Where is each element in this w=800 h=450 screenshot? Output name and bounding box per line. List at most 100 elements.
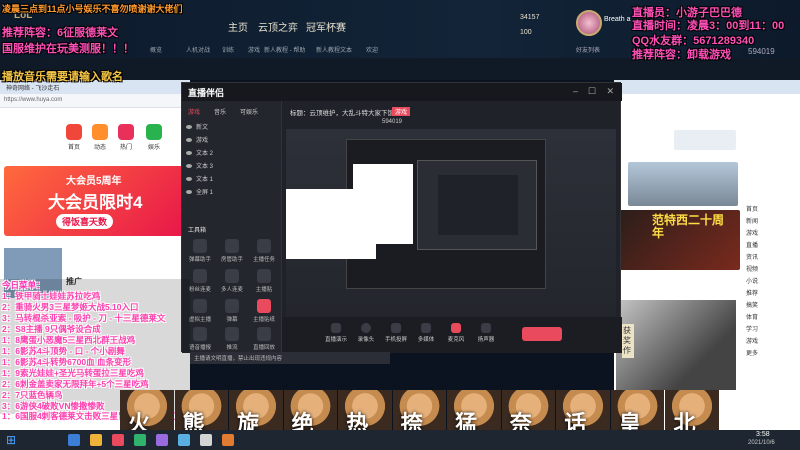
speaker-button[interactable]: 扬声器: [472, 323, 500, 343]
tool-fans[interactable]: 粉丝连麦: [186, 269, 214, 293]
source-row[interactable]: 文本 1: [186, 175, 213, 186]
source-row[interactable]: 新文: [186, 123, 208, 134]
app-icon[interactable]: [134, 434, 146, 446]
tool-voice[interactable]: 语音播报: [186, 327, 214, 351]
shortcut-hot-icon[interactable]: [118, 124, 134, 140]
overlay-top-left: 凌晨三点到11点小号娱乐不喜勿喷谢谢大佬们: [2, 4, 183, 14]
app-icon[interactable]: [222, 434, 234, 446]
promo-banner[interactable]: 大会员5周年 大会员限时4 得饭喜天数: [4, 166, 186, 236]
right-thumb[interactable]: [674, 130, 736, 150]
right-nav-list: 首页 新闻 游戏 直播 资讯 视频 小说 推荐 搞笑 体育 学习 游戏 更多: [746, 204, 758, 360]
subnav-overview[interactable]: 概览: [150, 45, 162, 54]
stream-tag[interactable]: 游戏: [392, 107, 411, 116]
nav-tft[interactable]: 云顶之弈: [258, 19, 298, 34]
dog-image: 话: [556, 390, 610, 436]
right-nav-item[interactable]: 直播: [746, 240, 758, 252]
nav-home[interactable]: 主页: [228, 19, 248, 34]
friends-label[interactable]: 好友列表: [576, 45, 600, 54]
subnav-tutorial-text[interactable]: 新人教程文本: [316, 45, 352, 54]
tool-virtual[interactable]: 虚拟主播: [186, 299, 214, 323]
tool-sticker2[interactable]: 主播贴纸: [250, 299, 278, 323]
camera-button[interactable]: 录像头: [352, 323, 380, 343]
address-bar[interactable]: https://www.huya.com: [0, 94, 190, 108]
phone-button[interactable]: 手机投屏: [382, 323, 410, 343]
tab-fun[interactable]: 可娱乐: [240, 107, 258, 116]
subnav-welcome[interactable]: 欢迎: [366, 45, 378, 54]
start-live-button[interactable]: [522, 327, 562, 341]
source-row[interactable]: 文本 2: [186, 149, 213, 160]
clock-date[interactable]: 2021/10/6: [748, 440, 775, 446]
right-nav-item[interactable]: 新闻: [746, 216, 758, 228]
overlay-time: 直播时间：凌晨3：00到11：00: [632, 20, 785, 32]
right-nav-item[interactable]: 小说: [746, 276, 758, 288]
right-nav-item[interactable]: 推荐: [746, 288, 758, 300]
eye-icon[interactable]: [186, 125, 192, 129]
subnav-tutorial[interactable]: 新人教程 - 帮助: [264, 45, 305, 54]
shortcut-home-icon[interactable]: [66, 124, 82, 140]
eye-icon[interactable]: [186, 138, 192, 142]
avatar[interactable]: [576, 10, 602, 36]
overlay-national: 国服维护在玩美测服！！！: [2, 43, 134, 55]
eye-icon[interactable]: [186, 190, 192, 194]
folder-icon[interactable]: [90, 434, 102, 446]
tool-replay[interactable]: 直播回放: [250, 327, 278, 351]
anime-image[interactable]: 获奖作: [616, 300, 736, 390]
dog-image: 猛: [447, 390, 501, 436]
subnav-game[interactable]: 游戏: [248, 45, 260, 54]
taskbar: ⊞ 3:58 2021/10/6: [0, 430, 800, 450]
app-icon[interactable]: [178, 434, 190, 446]
right-thumb-seal[interactable]: [628, 162, 738, 206]
minimize-icon[interactable]: –: [573, 86, 578, 96]
right-nav-item[interactable]: 游戏: [746, 228, 758, 240]
right-nav-item[interactable]: 搞笑: [746, 300, 758, 312]
eye-icon[interactable]: [186, 151, 192, 155]
tool-bullet[interactable]: 弹幕: [218, 299, 246, 323]
right-nav-item[interactable]: 更多: [746, 348, 758, 360]
demo-button[interactable]: 直播演示: [322, 323, 350, 343]
browser-tab[interactable]: 神奇网络 - 飞沙走石: [6, 83, 59, 92]
stream-preview[interactable]: [286, 129, 616, 317]
shortcut-fun-icon[interactable]: [146, 124, 162, 140]
tool-task[interactable]: 主播任务: [250, 239, 278, 263]
eye-icon[interactable]: [186, 164, 192, 168]
danmu-bar: 主播请文明直播，禁止出现违规内容: [190, 352, 390, 364]
stream-title[interactable]: 标题：云顶维护，大乱斗特大家下饭: [290, 107, 394, 117]
shortcut-dynamic-icon[interactable]: [92, 124, 108, 140]
mic-button[interactable]: 麦克风: [442, 323, 470, 343]
tool-admin[interactable]: 房管助手: [218, 239, 246, 263]
right-nav-item[interactable]: 游戏: [746, 336, 758, 348]
tab-game[interactable]: 游戏: [188, 107, 200, 116]
tab-music[interactable]: 音乐: [214, 107, 226, 116]
gold-count: 34157: [520, 14, 540, 21]
close-icon[interactable]: ✕: [606, 86, 614, 97]
nav-cup[interactable]: 冠军杯赛: [306, 19, 346, 34]
eye-icon[interactable]: [186, 177, 192, 181]
right-nav-item[interactable]: 体育: [746, 312, 758, 324]
tool-sticker[interactable]: 主播贴: [250, 269, 278, 293]
subnav-training[interactable]: 训练: [222, 45, 234, 54]
app-icon[interactable]: [112, 434, 124, 446]
shortcut-fun-label: 娱乐: [148, 145, 161, 151]
app-icon[interactable]: [200, 434, 212, 446]
clock-time[interactable]: 3:58: [756, 431, 770, 438]
right-thumb-event[interactable]: 范特西二十周年: [618, 210, 740, 270]
tool-danmu[interactable]: 弹幕助手: [186, 239, 214, 263]
source-row[interactable]: 全屏 1: [186, 188, 213, 199]
subnav-bots[interactable]: 人机对战: [186, 45, 210, 54]
app-icon[interactable]: [156, 434, 168, 446]
dog-image-strip: 火 熊 旋 绝 热 捺 猛 奈 话 皇 北: [120, 390, 720, 436]
start-icon[interactable]: ⊞: [6, 433, 16, 447]
tool-push[interactable]: 推流: [218, 327, 246, 351]
source-row[interactable]: 文本 3: [186, 162, 213, 173]
tool-multi[interactable]: 多人连麦: [218, 269, 246, 293]
media-button[interactable]: 多媒体: [412, 323, 440, 343]
source-row[interactable]: 游戏: [186, 136, 208, 147]
maximize-icon[interactable]: ☐: [588, 86, 596, 97]
right-nav-item[interactable]: 首页: [746, 204, 758, 216]
right-nav-item[interactable]: 资讯: [746, 252, 758, 264]
dog-image: 奈: [501, 390, 556, 436]
app-icon[interactable]: [68, 434, 80, 446]
right-tabbar: [614, 80, 800, 94]
right-nav-item[interactable]: 视频: [746, 264, 758, 276]
right-nav-item[interactable]: 学习: [746, 324, 758, 336]
